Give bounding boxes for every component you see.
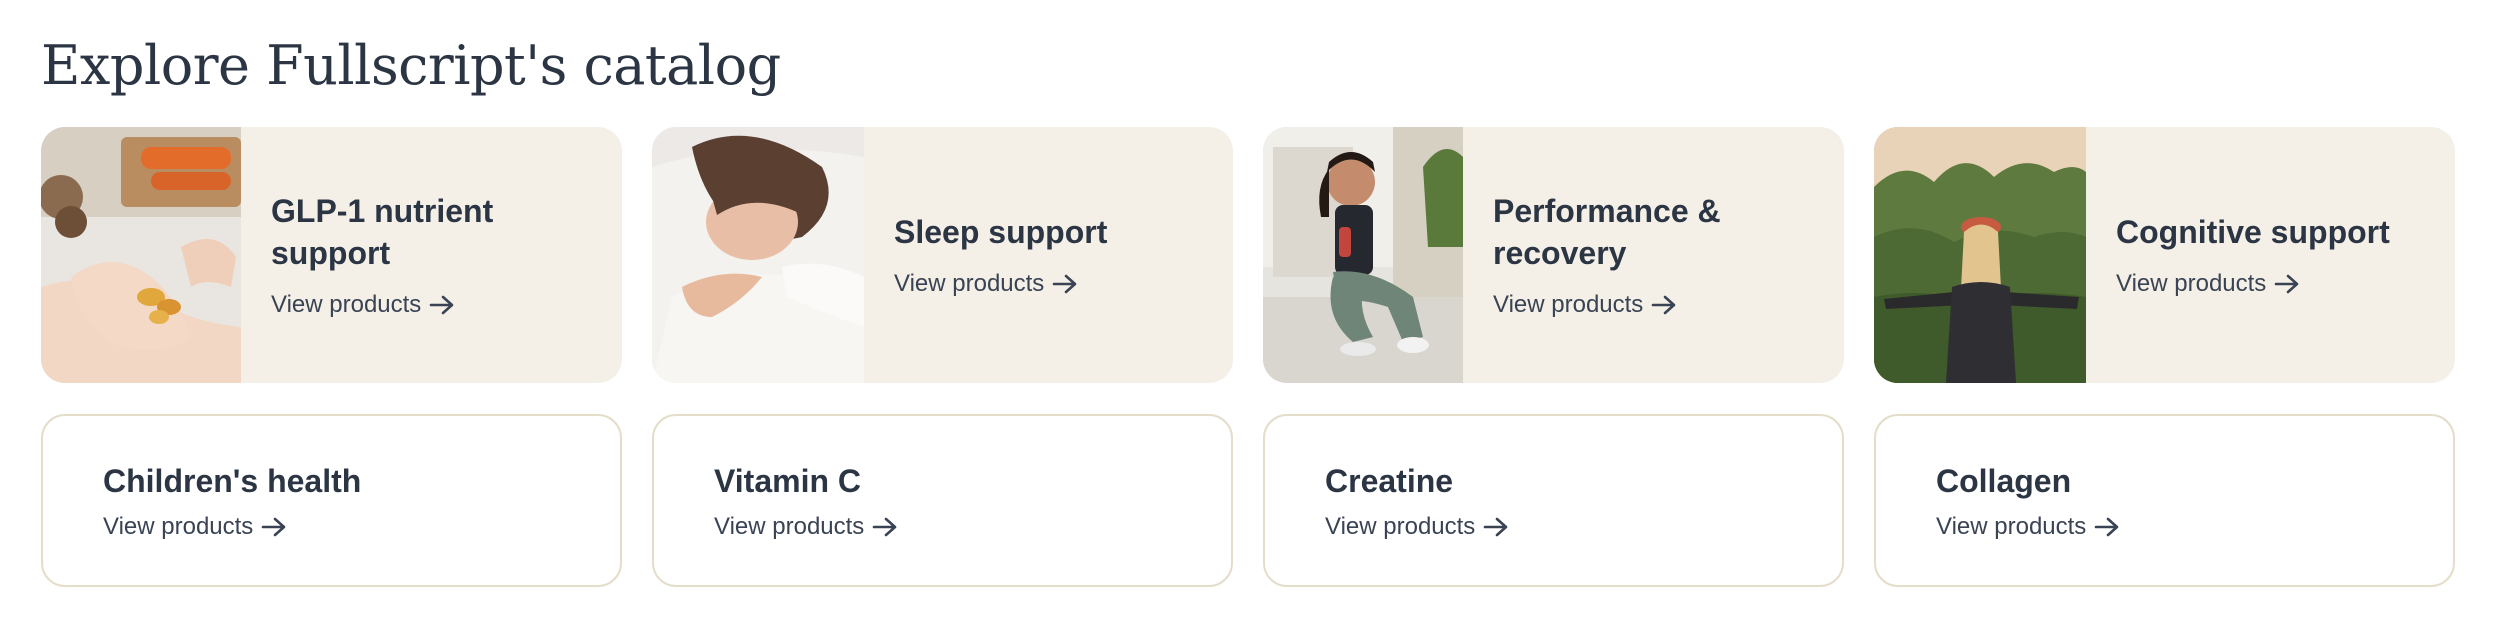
category-card-vitamin-c[interactable]: Vitamin C View products xyxy=(652,414,1233,587)
card-title: Vitamin C xyxy=(714,462,861,499)
arrow-right-icon xyxy=(1052,273,1078,295)
view-products-label: View products xyxy=(1936,512,2087,540)
card-title: Sleep support xyxy=(894,214,1108,250)
card-title: Performance & recovery xyxy=(1493,193,1721,271)
card-title: Children's health xyxy=(103,462,362,499)
card-title: Cognitive support xyxy=(2116,214,2390,250)
arrow-right-icon xyxy=(261,516,287,538)
view-products-label: View products xyxy=(894,270,1045,297)
card-title: GLP-1 nutrient support xyxy=(271,193,494,271)
card-title: Creatine xyxy=(1325,462,1454,499)
view-products-label: View products xyxy=(103,512,254,540)
view-products-link[interactable]: View products xyxy=(894,269,1213,299)
category-card-performance[interactable]: Performance & recovery View products xyxy=(1263,127,1844,383)
view-products-label: View products xyxy=(714,512,865,540)
category-card-sleep[interactable]: Sleep support View products xyxy=(652,127,1233,383)
category-card-cognitive[interactable]: Cognitive support View products xyxy=(1874,127,2455,383)
view-products-label: View products xyxy=(271,291,422,318)
arrow-right-icon xyxy=(2094,516,2120,538)
arrow-right-icon xyxy=(429,294,455,316)
category-card-creatine[interactable]: Creatine View products xyxy=(1263,414,1844,587)
arrow-right-icon xyxy=(1483,516,1509,538)
view-products-link[interactable]: View products xyxy=(1936,512,2453,542)
view-products-link[interactable]: View products xyxy=(103,512,620,542)
view-products-link[interactable]: View products xyxy=(271,290,602,320)
view-products-link[interactable]: View products xyxy=(1325,512,1842,542)
arrow-right-icon xyxy=(872,516,898,538)
arrow-right-icon xyxy=(1651,294,1677,316)
sleeping-woman-image xyxy=(652,127,864,383)
category-card-collagen[interactable]: Collagen View products xyxy=(1874,414,2455,587)
woman-with-drink-image xyxy=(1263,127,1463,383)
view-products-link[interactable]: View products xyxy=(1493,290,1824,320)
arrow-right-icon xyxy=(2274,273,2300,295)
woman-in-forest-image xyxy=(1874,127,2086,383)
category-card-childrens-health[interactable]: Children's health View products xyxy=(41,414,622,587)
section-title: Explore Fullscript's catalog xyxy=(41,34,781,97)
view-products-label: View products xyxy=(1493,291,1644,318)
more-categories: Children's health View products Vitamin … xyxy=(41,414,2455,587)
view-products-link[interactable]: View products xyxy=(2116,269,2435,299)
view-products-label: View products xyxy=(1325,512,1476,540)
view-products-link[interactable]: View products xyxy=(714,512,1231,542)
hand-capsules-image xyxy=(41,127,241,383)
category-card-glp1[interactable]: GLP-1 nutrient support View products xyxy=(41,127,622,383)
featured-categories: GLP-1 nutrient support View products Sle… xyxy=(41,127,2455,383)
view-products-label: View products xyxy=(2116,270,2267,297)
card-title: Collagen xyxy=(1936,462,2072,499)
